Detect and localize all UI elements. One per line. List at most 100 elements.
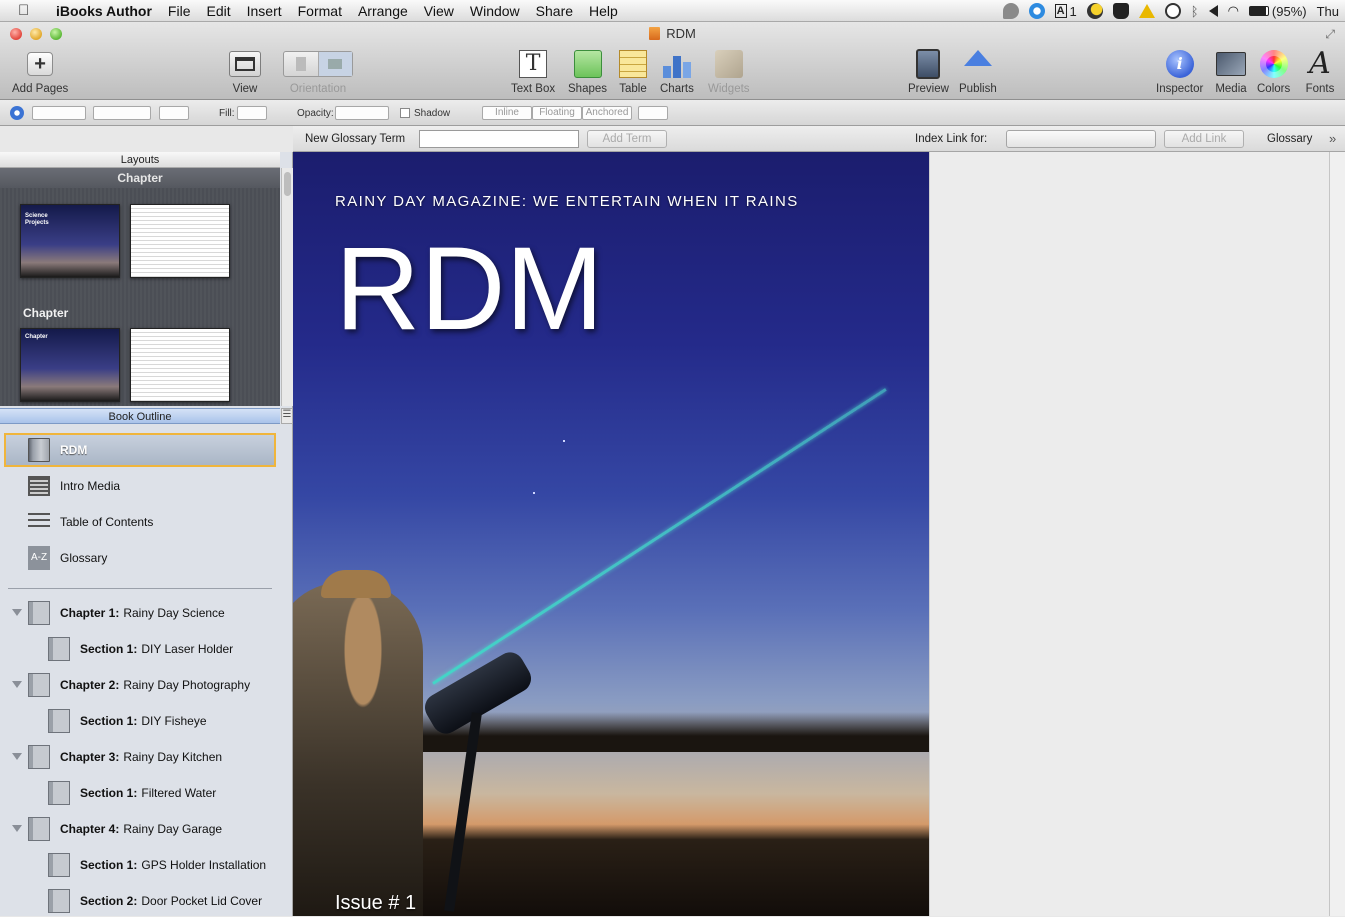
menu-window[interactable]: Window	[462, 3, 528, 19]
chapter-layout-group-header: Chapter	[0, 168, 280, 188]
person-figure	[293, 582, 423, 916]
layout-thumb-chapter-page[interactable]	[130, 204, 230, 278]
disclosure-triangle-icon[interactable]	[12, 609, 22, 616]
menu-insert[interactable]: Insert	[239, 3, 290, 19]
outline-item-book[interactable]: RDM	[4, 433, 276, 467]
chapter-prefix: Chapter 1:	[60, 606, 120, 620]
outline-section[interactable]: Section 1: DIY Fisheye	[48, 705, 207, 737]
outline-menu-button[interactable]: ☰	[281, 408, 293, 424]
publish-button[interactable]: Publish	[959, 48, 997, 95]
shadow-checkbox[interactable]	[400, 108, 410, 118]
chapter-icon	[28, 817, 50, 841]
time-machine-icon[interactable]	[1164, 3, 1181, 19]
add-link-button[interactable]: Add Link	[1164, 130, 1244, 148]
menu-edit[interactable]: Edit	[198, 3, 238, 19]
opacity-select[interactable]	[335, 106, 389, 120]
inline-button[interactable]: Inline	[482, 106, 532, 120]
menu-arrange[interactable]: Arrange	[350, 3, 416, 19]
bluetooth-icon[interactable]: ᛒ	[1191, 4, 1199, 19]
fill-well[interactable]	[237, 106, 267, 120]
canvas-area: RAINY DAY MAGAZINE: WE ENTERTAIN WHEN IT…	[293, 152, 1345, 916]
adobe-status[interactable]: A1	[1054, 4, 1077, 19]
cover-issue[interactable]: Issue # 1	[335, 892, 416, 915]
text-box-button[interactable]: T Text Box	[511, 48, 555, 95]
outline-section[interactable]: Section 1: Filtered Water	[48, 777, 216, 809]
warning-icon[interactable]	[1138, 4, 1155, 18]
outline-section[interactable]: Section 1: GPS Holder Installation	[48, 849, 266, 881]
charts-button[interactable]: Charts	[660, 48, 694, 95]
view-button[interactable]: View	[229, 48, 261, 95]
sync-icon[interactable]	[1028, 3, 1045, 19]
battery-status[interactable]: (95%)	[1248, 4, 1307, 19]
styles-drawer-icon[interactable]	[10, 106, 24, 120]
outline-item-intro-media[interactable]: Intro Media	[28, 470, 120, 502]
layouts-scrollbar[interactable]	[281, 168, 293, 406]
outline-section[interactable]: Section 1: DIY Laser Holder	[48, 633, 233, 665]
layouts-header: Layouts	[0, 152, 280, 168]
add-pages-button[interactable]: + Add Pages	[12, 48, 68, 95]
az-icon: A-Z	[28, 546, 50, 570]
moon-icon[interactable]	[1086, 3, 1103, 19]
layout-thumb-chapter-page-2[interactable]	[130, 328, 230, 402]
charts-label: Charts	[660, 83, 694, 95]
tophat-icon[interactable]	[1112, 3, 1129, 19]
menu-view[interactable]: View	[416, 3, 462, 19]
index-link-select[interactable]	[1006, 130, 1156, 148]
outline-item-toc[interactable]: Table of Contents	[28, 506, 153, 538]
floating-button[interactable]: Floating	[532, 106, 582, 120]
outline-chapter[interactable]: Chapter 3: Rainy Day Kitchen	[28, 741, 222, 773]
add-term-button[interactable]: Add Term	[587, 130, 667, 148]
chat-icon[interactable]	[1002, 3, 1019, 19]
clock-day[interactable]: Thu	[1317, 4, 1339, 19]
anchored-button[interactable]: Anchored	[582, 106, 632, 120]
table-label: Table	[619, 83, 647, 95]
chapter-icon	[28, 673, 50, 697]
font-select[interactable]	[93, 106, 151, 120]
layout-thumb-chapter-2[interactable]: Chapter	[20, 328, 120, 402]
paragraph-style-select[interactable]	[32, 106, 86, 120]
glossary-button[interactable]: Glossary	[1267, 133, 1312, 145]
window-title: RDM	[0, 26, 1345, 41]
apple-icon[interactable]: 	[18, 2, 34, 19]
outline-section[interactable]: Section 2: Door Pocket Lid Cover	[48, 885, 262, 917]
table-button[interactable]: Table	[617, 48, 649, 95]
outline-chapter[interactable]: Chapter 4: Rainy Day Garage	[28, 813, 222, 845]
wrap-select[interactable]	[638, 106, 668, 120]
charts-icon	[662, 50, 691, 78]
font-size-field[interactable]	[159, 106, 189, 120]
menu-format[interactable]: Format	[290, 3, 350, 19]
layout-thumb-chapter-cover[interactable]: Science Projects	[20, 204, 120, 278]
orientation-button[interactable]: Orientation	[283, 48, 353, 95]
cover-title[interactable]: RDM	[335, 224, 604, 354]
menu-file[interactable]: File	[160, 3, 199, 19]
disclosure-triangle-icon[interactable]	[12, 681, 22, 688]
volume-icon[interactable]	[1208, 5, 1218, 17]
chapter-title: Rainy Day Kitchen	[123, 750, 223, 764]
chapter-prefix: Chapter 3:	[60, 750, 120, 764]
canvas-scrollbar[interactable]	[1329, 152, 1345, 916]
menu-app-name[interactable]: iBooks Author	[48, 3, 160, 19]
outline-chapter[interactable]: Chapter 1: Rainy Day Science	[28, 597, 225, 629]
cover-tagline[interactable]: RAINY DAY MAGAZINE: WE ENTERTAIN WHEN IT…	[335, 193, 799, 210]
media-button[interactable]: Media	[1215, 48, 1247, 95]
colors-button[interactable]: Colors	[1257, 48, 1290, 95]
chapter-title: Rainy Day Science	[123, 606, 225, 620]
fullscreen-icon[interactable]: ⤢	[1325, 27, 1335, 42]
menu-help[interactable]: Help	[581, 3, 626, 19]
disclosure-triangle-icon[interactable]	[12, 825, 22, 832]
disclosure-triangle-icon[interactable]	[12, 753, 22, 760]
widgets-button[interactable]: Widgets	[708, 48, 750, 95]
inspector-button[interactable]: i Inspector	[1156, 48, 1203, 95]
fill-label: Fill:	[219, 108, 235, 119]
shapes-button[interactable]: Shapes	[568, 48, 607, 95]
cover-page[interactable]: RAINY DAY MAGAZINE: WE ENTERTAIN WHEN IT…	[293, 152, 929, 916]
fonts-button[interactable]: A Fonts	[1304, 48, 1336, 96]
outline-item-glossary[interactable]: A-Z Glossary	[28, 542, 107, 574]
chapter-title: Rainy Day Photography	[123, 678, 251, 692]
outline-chapter[interactable]: Chapter 2: Rainy Day Photography	[28, 669, 250, 701]
menu-share[interactable]: Share	[528, 3, 581, 19]
new-glossary-term-input[interactable]	[419, 130, 579, 148]
chevron-right-icon[interactable]: »	[1329, 131, 1336, 146]
preview-button[interactable]: Preview	[908, 48, 949, 95]
wifi-icon[interactable]: ◠	[1228, 3, 1239, 19]
